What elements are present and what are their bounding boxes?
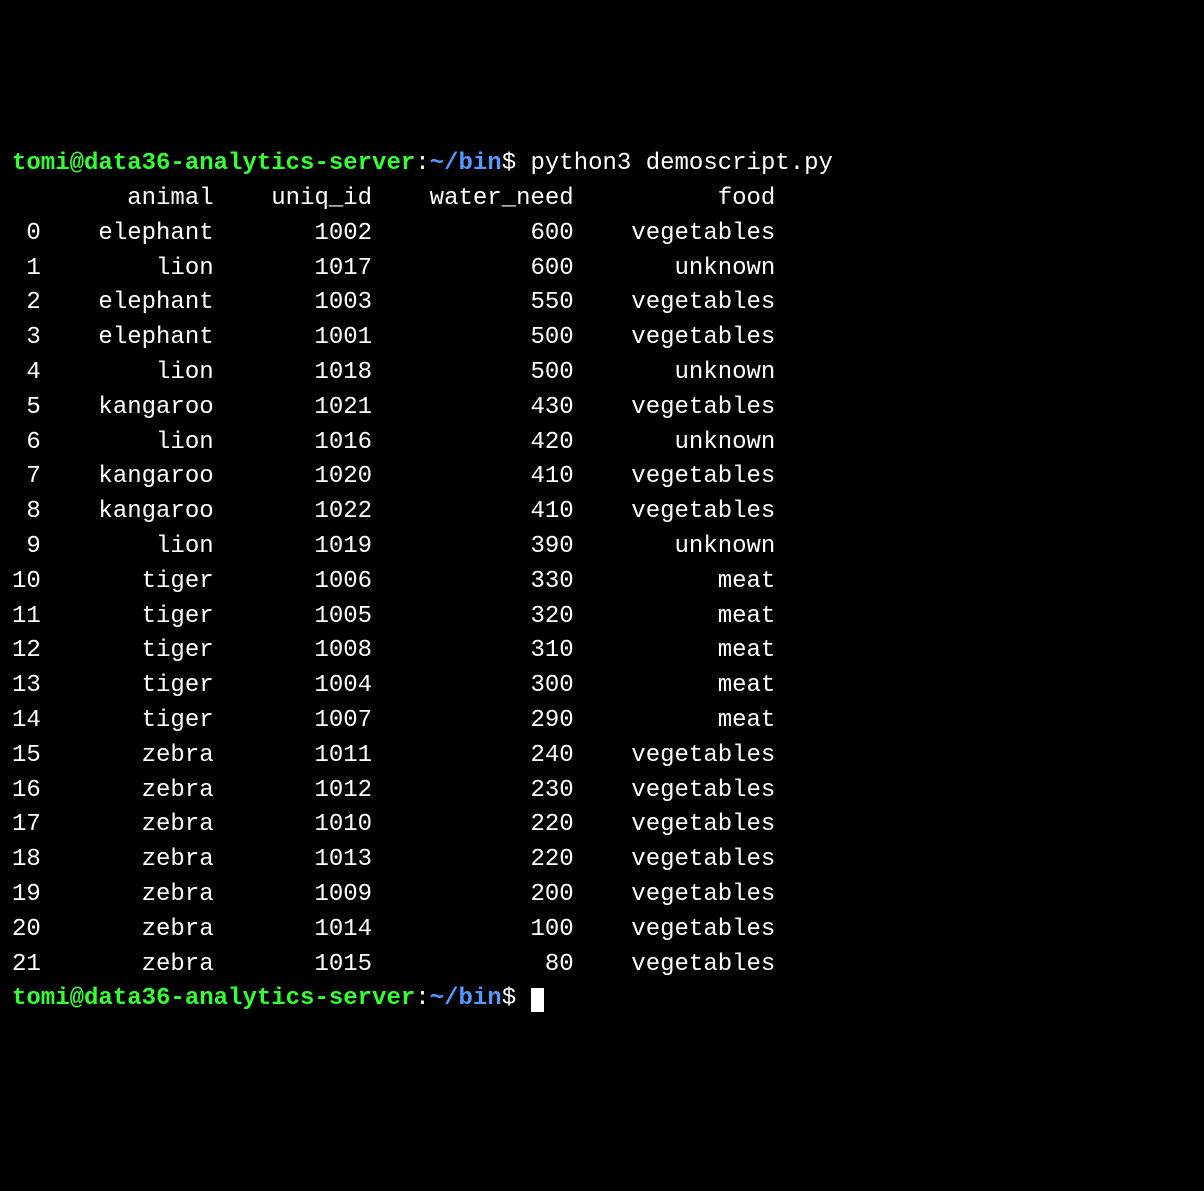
prompt-line-1: tomi@data36-analytics-server:~/bin$ pyth… bbox=[12, 150, 833, 177]
prompt-dollar-2: $ bbox=[502, 985, 516, 1012]
prompt-colon-2: : bbox=[415, 985, 429, 1012]
command-text: python3 demoscript.py bbox=[531, 150, 833, 177]
prompt-path-2: ~/bin bbox=[430, 985, 502, 1012]
cursor-block bbox=[531, 988, 544, 1012]
prompt-colon: : bbox=[415, 150, 429, 177]
prompt-dollar: $ bbox=[502, 150, 516, 177]
prompt-user-host-2: tomi@data36-analytics-server bbox=[12, 985, 415, 1012]
prompt-line-2: tomi@data36-analytics-server:~/bin$ bbox=[12, 985, 544, 1012]
prompt-path: ~/bin bbox=[430, 150, 502, 177]
dataframe-output: animal uniq_id water_need food 0 elephan… bbox=[12, 185, 775, 978]
terminal-window[interactable]: tomi@data36-analytics-server:~/bin$ pyth… bbox=[12, 147, 1192, 1017]
prompt-user-host: tomi@data36-analytics-server bbox=[12, 150, 415, 177]
